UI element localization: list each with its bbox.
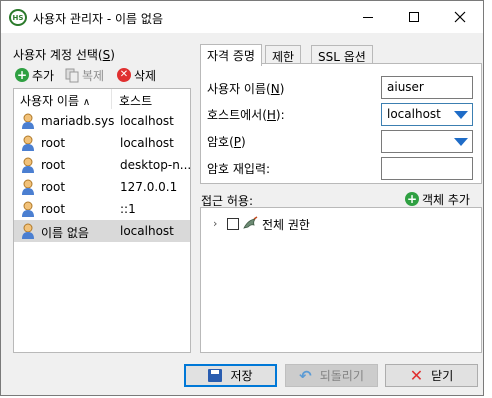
window-close-button[interactable] [437, 1, 483, 33]
privileges-tree[interactable]: › 전체 권한 [200, 207, 482, 353]
duplicate-icon [65, 68, 79, 82]
row-username: mariadb.sys [41, 114, 115, 128]
host-value: localhost [387, 107, 441, 121]
delete-user-label: 삭제 [134, 68, 157, 83]
add-icon: + [405, 192, 419, 206]
add-object-label: 객체 추가 [422, 192, 470, 207]
close-label: 닫기 [431, 369, 454, 383]
close-button[interactable]: ✕ 닫기 [385, 364, 478, 387]
save-icon [208, 369, 223, 382]
user-icon [22, 201, 34, 217]
user-icon [22, 157, 34, 173]
user-icon [22, 223, 34, 239]
tab-credentials[interactable]: 자격 증명 [200, 44, 262, 66]
maximize-icon [409, 12, 419, 22]
dolphin-icon [243, 216, 258, 229]
username-field[interactable]: aiuser [381, 76, 473, 99]
delete-icon: ✕ [117, 68, 131, 82]
save-button[interactable]: 저장 [184, 364, 277, 387]
row-host: 127.0.0.1 [120, 180, 178, 194]
title-bar: HS 사용자 관리자 - 이름 없음 [1, 1, 483, 33]
row-username: 이름 없음 [41, 226, 89, 240]
password-repeat-label: 암호 재입력: [207, 162, 271, 176]
chevron-right-icon[interactable]: › [213, 217, 217, 230]
delete-user-button[interactable]: ✕ 삭제 [117, 66, 156, 84]
global-privileges-checkbox[interactable] [227, 218, 239, 230]
maximize-button[interactable] [391, 1, 437, 33]
tab-limits[interactable]: 제한 [265, 45, 302, 65]
user-row[interactable]: root localhost [14, 132, 190, 154]
add-user-button[interactable]: + 추가 [15, 66, 54, 84]
duplicate-user-label: 복제 [82, 68, 105, 83]
window-title: 사용자 관리자 - 이름 없음 [33, 12, 163, 26]
accounts-heading: 사용자 계정 선택(S) [13, 48, 115, 62]
column-header-host[interactable]: 호스트 [113, 89, 191, 109]
password-dropdown[interactable] [381, 130, 473, 153]
revert-button[interactable]: ↶ 되돌리기 [285, 364, 378, 387]
save-label: 저장 [230, 369, 253, 383]
password-repeat-field[interactable] [381, 157, 473, 180]
row-host: desktop-n... [120, 158, 192, 172]
host-dropdown[interactable]: localhost [381, 103, 473, 126]
background-strip [485, 0, 492, 398]
user-row[interactable]: root ::1 [14, 198, 190, 220]
row-host: ::1 [120, 202, 136, 216]
user-manager-window: HS 사용자 관리자 - 이름 없음 사용자 계정 선택(S) + 추가 복제 … [0, 0, 484, 396]
column-header-username[interactable]: 사용자 이름 ∧ [14, 89, 112, 109]
duplicate-user-button[interactable]: 복제 [65, 66, 104, 84]
username-label: 사용자 이름(N) [207, 82, 285, 96]
row-host: localhost [120, 224, 174, 238]
add-object-button[interactable]: + 객체 추가 [405, 190, 470, 208]
password-label: 암호(P) [207, 135, 246, 149]
row-username: root [41, 136, 66, 150]
user-row[interactable]: mariadb.sys localhost [14, 110, 190, 132]
chevron-down-icon[interactable] [454, 111, 468, 119]
host-label: 호스트에서(H): [207, 108, 285, 122]
row-host: localhost [120, 136, 174, 150]
close-icon: ✕ [409, 366, 424, 385]
row-username: root [41, 158, 66, 172]
minimize-icon [363, 16, 373, 18]
undo-icon: ↶ [299, 366, 312, 385]
user-row-selected[interactable]: 이름 없음 localhost [14, 220, 190, 242]
add-icon: + [15, 68, 29, 82]
add-user-label: 추가 [32, 68, 55, 83]
tab-ssl-options[interactable]: SSL 옵션 [311, 45, 373, 65]
user-row[interactable]: root desktop-n... [14, 154, 192, 176]
minimize-button[interactable] [345, 1, 391, 33]
credentials-panel: 사용자 이름(N) aiuser 호스트에서(H): localhost 암호(… [200, 63, 482, 184]
sort-up-icon: ∧ [82, 97, 91, 108]
close-icon [454, 11, 466, 23]
user-list[interactable]: 사용자 이름 ∧ 호스트 mariadb.sys localhost root … [13, 88, 191, 353]
row-username: root [41, 202, 66, 216]
user-icon [22, 135, 34, 151]
global-privileges-label: 전체 권한 [262, 218, 310, 232]
row-host: localhost [120, 114, 174, 128]
chevron-down-icon[interactable] [454, 138, 468, 146]
heidisql-app-icon: HS [9, 9, 27, 26]
user-icon [22, 113, 34, 129]
user-row[interactable]: root 127.0.0.1 [14, 176, 190, 198]
row-username: root [41, 180, 66, 194]
revert-label: 되돌리기 [319, 369, 364, 383]
user-icon [22, 179, 34, 195]
